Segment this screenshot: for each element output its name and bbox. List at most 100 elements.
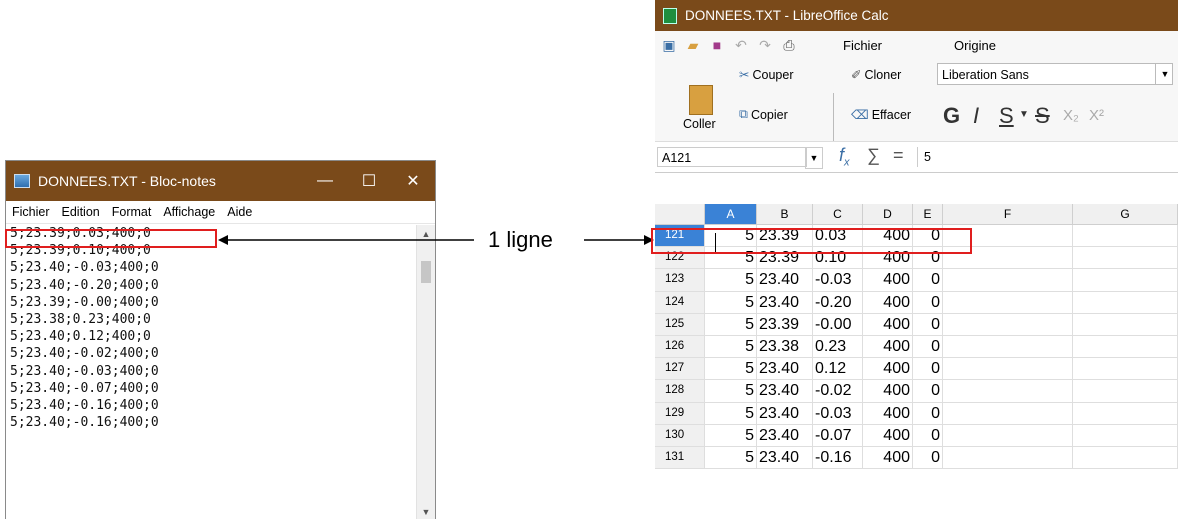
cell-a[interactable]: 5 <box>705 380 757 402</box>
cell-e[interactable]: 0 <box>913 313 943 335</box>
undo-icon[interactable]: ↶ <box>731 37 751 54</box>
cell-g[interactable] <box>1073 446 1178 469</box>
redo-icon[interactable]: ↷ <box>755 37 775 54</box>
tab-fichier[interactable]: Fichier <box>843 38 882 53</box>
cell-e[interactable]: 0 <box>913 269 943 291</box>
cell-a[interactable]: 5 <box>705 424 757 446</box>
cell-g[interactable] <box>1073 358 1178 380</box>
clear-button[interactable]: ⌫ Effacer <box>851 107 911 123</box>
cell-d[interactable]: 400 <box>863 313 913 335</box>
cell-c[interactable]: -0.03 <box>813 269 863 291</box>
row-header[interactable]: 126 <box>655 335 705 358</box>
cell-b[interactable]: 23.40 <box>757 269 813 291</box>
print-icon[interactable]: ⎙ <box>779 37 799 54</box>
cell-g[interactable] <box>1073 335 1178 358</box>
underline-dropdown-icon[interactable]: ▼ <box>1019 109 1029 120</box>
cut-button[interactable]: ✂ Couper <box>739 67 793 83</box>
tab-origine[interactable]: Origine <box>954 38 996 53</box>
vertical-scrollbar[interactable]: ▲ ▼ <box>416 225 435 519</box>
column-header-c[interactable]: C <box>813 204 863 224</box>
cell-g[interactable] <box>1073 424 1178 446</box>
paste-button[interactable]: Coller <box>683 117 716 131</box>
cell-f[interactable] <box>943 402 1073 424</box>
italic-button[interactable]: I <box>973 103 979 129</box>
superscript-button[interactable]: X² <box>1089 107 1104 124</box>
sum-icon[interactable]: ∑ <box>867 145 880 166</box>
maximize-button[interactable]: ☐ <box>347 171 391 191</box>
cell-c[interactable]: -0.16 <box>813 446 863 469</box>
cell-a[interactable]: 5 <box>705 313 757 335</box>
cell-f[interactable] <box>943 269 1073 291</box>
row-header[interactable]: 125 <box>655 313 705 335</box>
cell-d[interactable]: 400 <box>863 446 913 469</box>
cell-f[interactable] <box>943 380 1073 402</box>
cell-d[interactable]: 400 <box>863 269 913 291</box>
column-header-e[interactable]: E <box>913 204 943 224</box>
cell-a[interactable]: 5 <box>705 269 757 291</box>
name-box[interactable]: A121 <box>657 147 807 167</box>
cell-f[interactable] <box>943 358 1073 380</box>
cell-a[interactable]: 5 <box>705 335 757 358</box>
save-icon[interactable]: ■ <box>707 37 727 53</box>
cell-b[interactable]: 23.40 <box>757 402 813 424</box>
cell-g[interactable] <box>1073 247 1178 269</box>
function-wizard-icon[interactable]: fx <box>839 145 850 169</box>
formula-input[interactable]: 5 <box>917 147 1178 167</box>
cell-e[interactable]: 0 <box>913 291 943 313</box>
cell-c[interactable]: 0.12 <box>813 358 863 380</box>
open-folder-icon[interactable]: ▰ <box>683 37 703 54</box>
font-name-select[interactable]: Liberation Sans <box>937 63 1173 85</box>
chevron-down-icon[interactable]: ▼ <box>1155 64 1174 84</box>
row-header[interactable]: 124 <box>655 291 705 313</box>
cell-g[interactable] <box>1073 225 1178 247</box>
cell-d[interactable]: 400 <box>863 402 913 424</box>
cell-d[interactable]: 400 <box>863 380 913 402</box>
scroll-down-icon[interactable]: ▼ <box>417 507 435 517</box>
cell-e[interactable]: 0 <box>913 380 943 402</box>
cell-f[interactable] <box>943 424 1073 446</box>
cell-d[interactable]: 400 <box>863 291 913 313</box>
cell-b[interactable]: 23.40 <box>757 358 813 380</box>
close-button[interactable]: ✕ <box>391 171 435 191</box>
strikethrough-button[interactable]: S <box>1035 103 1050 129</box>
cell-e[interactable]: 0 <box>913 335 943 358</box>
cell-a[interactable]: 5 <box>705 291 757 313</box>
cell-f[interactable] <box>943 335 1073 358</box>
copy-button[interactable]: ⧉ Copier <box>739 107 788 122</box>
cell-e[interactable]: 0 <box>913 402 943 424</box>
minimize-button[interactable]: — <box>303 172 347 190</box>
menu-fichier[interactable]: Fichier <box>12 205 50 219</box>
sidebar-toggle-icon[interactable]: ▣ <box>659 37 679 54</box>
row-header[interactable]: 127 <box>655 358 705 380</box>
cell-e[interactable]: 0 <box>913 424 943 446</box>
cell-a[interactable]: 5 <box>705 446 757 469</box>
cell-b[interactable]: 23.40 <box>757 446 813 469</box>
row-header[interactable]: 130 <box>655 424 705 446</box>
column-header-d[interactable]: D <box>863 204 913 224</box>
cell-f[interactable] <box>943 313 1073 335</box>
cell-c[interactable]: -0.03 <box>813 402 863 424</box>
cell-f[interactable] <box>943 291 1073 313</box>
formula-icon[interactable]: = <box>893 145 904 166</box>
cell-a[interactable]: 5 <box>705 358 757 380</box>
cell-e[interactable]: 0 <box>913 358 943 380</box>
menu-affichage[interactable]: Affichage <box>163 205 215 219</box>
row-header[interactable]: 123 <box>655 269 705 291</box>
cell-g[interactable] <box>1073 402 1178 424</box>
column-header-a[interactable]: A <box>705 204 757 224</box>
paste-icon[interactable] <box>689 85 713 115</box>
subscript-button[interactable]: X₂ <box>1063 107 1079 124</box>
cell-f[interactable] <box>943 446 1073 469</box>
cell-c[interactable]: -0.00 <box>813 313 863 335</box>
column-header-b[interactable]: B <box>757 204 813 224</box>
scrollbar-thumb[interactable] <box>421 261 431 283</box>
cell-b[interactable]: 23.40 <box>757 424 813 446</box>
notepad-text-area[interactable]: 5;23.39;0.03;400;0 5;23.39;0.10;400;0 5;… <box>6 225 417 519</box>
menu-aide[interactable]: Aide <box>227 205 252 219</box>
clone-button[interactable]: ✐ Cloner <box>851 67 901 83</box>
cell-a[interactable]: 5 <box>705 402 757 424</box>
cell-e[interactable]: 0 <box>913 446 943 469</box>
cell-g[interactable] <box>1073 269 1178 291</box>
cell-c[interactable]: -0.20 <box>813 291 863 313</box>
cell-g[interactable] <box>1073 380 1178 402</box>
